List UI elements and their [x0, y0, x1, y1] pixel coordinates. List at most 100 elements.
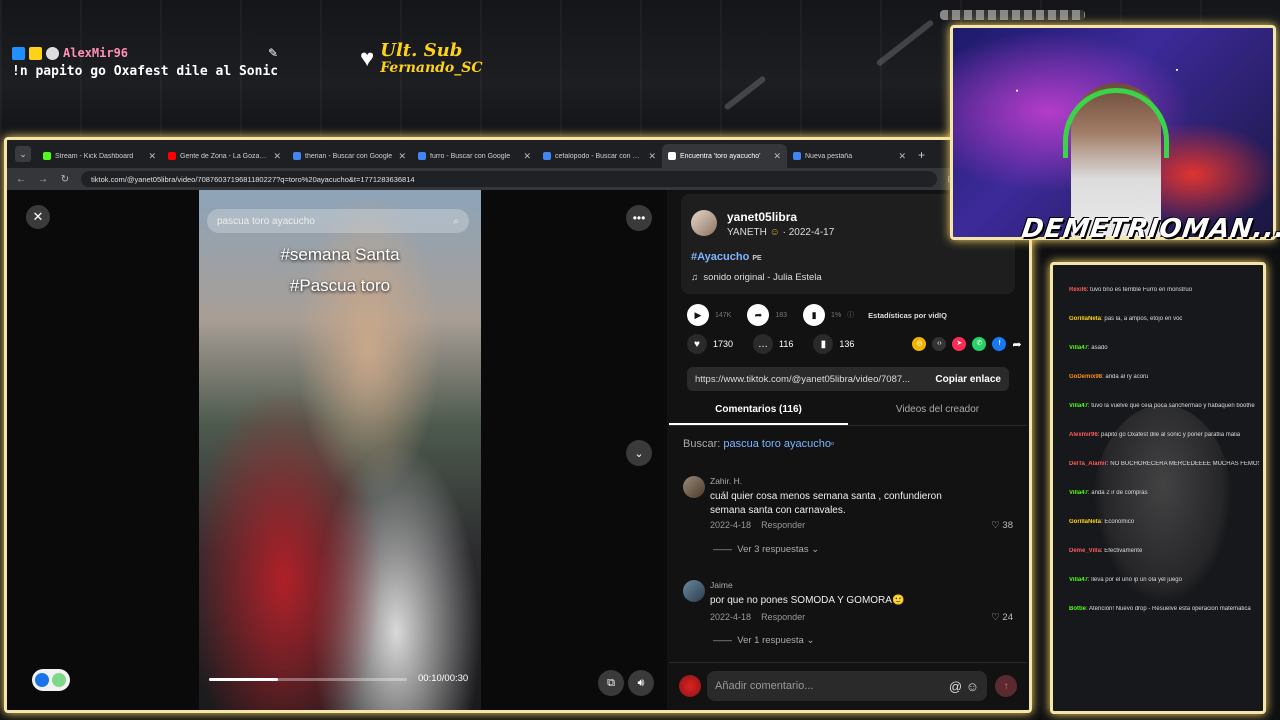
search-suggestion[interactable]: Buscar: pascua toro ayacuchoᵒ [683, 438, 834, 450]
tab-close-icon[interactable]: ✕ [273, 151, 281, 162]
browser-tab[interactable]: therian - Buscar con Google ✕ [287, 144, 412, 168]
chat-username: Alexmir96 [1069, 432, 1098, 438]
tab-close-icon[interactable]: ✕ [148, 151, 156, 162]
info-icon[interactable]: ⓘ [847, 310, 854, 320]
chat-username: Villa47 [1069, 403, 1088, 409]
smiley-icon [46, 46, 59, 60]
toggle-knob [35, 673, 49, 687]
video-search-box[interactable]: pascua toro ayacucho ⌕ [207, 209, 469, 233]
comment-username[interactable]: Jaime [710, 580, 733, 590]
tab-close-icon[interactable]: ✕ [773, 151, 781, 162]
coin-icon[interactable]: ◎ [912, 337, 927, 351]
reply-button[interactable]: Responder [761, 612, 805, 622]
view-replies-button[interactable]: —— Ver 3 respuestas ⌄ [713, 544, 819, 555]
chat-username: GoDemix98 [1069, 374, 1103, 380]
pip-button[interactable]: ⧉ [598, 670, 624, 696]
alert-username: AlexMir96 [63, 46, 129, 60]
tab-favicon-icon [793, 152, 801, 160]
chat-message: Villa47: lleva por el uno ip un ola yel … [1069, 577, 1182, 583]
last-sub-name: Fernando_SC [380, 60, 483, 76]
browser-tab[interactable]: Nueva pestaña ✕ [787, 144, 912, 168]
tab-close-icon[interactable]: ✕ [398, 151, 406, 162]
pin-icon: ✎ [268, 46, 279, 60]
comment-input[interactable]: Añadir comentario... @ ☺ [707, 671, 987, 701]
tab-label: Gente de Zona - La Gozadera [180, 152, 270, 160]
tab-favicon-icon [293, 152, 301, 160]
share-more-icon[interactable]: ➦ [1012, 338, 1021, 351]
sound-link[interactable]: ♫ sonido original - Julia Estela [691, 272, 822, 283]
avatar[interactable] [683, 476, 705, 498]
embed-icon[interactable]: ‹› [932, 337, 947, 351]
tab-creator-videos[interactable]: Videos del creador [848, 400, 1027, 425]
tab-favicon-icon [543, 152, 551, 160]
new-tab-icon[interactable]: + [918, 148, 925, 162]
comment-icon[interactable]: … [753, 334, 774, 354]
chat-message: Alexmir96: papito go Oxafest dile al son… [1069, 432, 1241, 438]
chat-text: Atención! Nuevo drop - Resuelve esta ope… [1089, 606, 1251, 612]
tab-close-icon[interactable]: ✕ [648, 151, 656, 162]
chat-text: anda 2 ir de compras [1091, 490, 1148, 496]
tab-label: furro - Buscar con Google [430, 152, 511, 160]
autoscroll-toggle[interactable] [32, 669, 70, 691]
volume-button[interactable]: 🔊︎ [628, 670, 654, 696]
tiktok-page: ✕ ••• ⌄ pascua toro ayacucho ⌕ #semana S… [7, 190, 1029, 710]
close-button[interactable]: ✕ [26, 205, 50, 229]
search-icon[interactable]: ⌕ [453, 216, 459, 227]
toggle-indicator [52, 673, 66, 687]
avatar[interactable] [691, 210, 717, 236]
bookmark-icon[interactable]: ▮ [813, 334, 834, 354]
facebook-icon[interactable]: f [992, 337, 1007, 351]
url-input[interactable]: tiktok.com/@yanet05libra/video/708760371… [81, 171, 938, 187]
video-caption-1: #semana Santa [280, 245, 400, 264]
video-area: ✕ ••• ⌄ pascua toro ayacucho ⌕ #semana S… [7, 190, 667, 710]
comment-text: por que no pones SOMODA Y GOMORA🙂 [710, 595, 905, 606]
tab-favicon-icon [168, 152, 176, 160]
comment-like[interactable]: ♡ 24 [991, 612, 1013, 623]
tab-comments[interactable]: Comentarios (116) [669, 400, 848, 425]
forward-icon[interactable]: → [37, 174, 49, 185]
mention-emoji-icons[interactable]: @ ☺ [949, 679, 979, 694]
next-video-button[interactable]: ⌄ [626, 440, 652, 466]
back-icon[interactable]: ← [15, 174, 27, 185]
webcam-feed [950, 25, 1276, 240]
send-comment-button[interactable]: ↑ [995, 675, 1017, 697]
avatar[interactable] [683, 580, 705, 602]
author-username[interactable]: yanet05libra [727, 210, 797, 224]
list-item: Jaime por que no pones SOMODA Y GOMORA🙂 … [683, 580, 1017, 650]
play-icon[interactable]: ▶ [687, 304, 709, 326]
hashtag-link[interactable]: #Ayacucho PE [691, 251, 762, 263]
video-progress-bar[interactable] [209, 678, 407, 681]
reload-icon[interactable]: ↻ [59, 174, 71, 185]
chat-username: GorillaNeta [1069, 316, 1102, 322]
tab-close-icon[interactable]: ✕ [523, 151, 531, 162]
copy-link-button[interactable]: Copiar enlace [935, 374, 1001, 385]
whatsapp-icon[interactable]: ✆ [972, 337, 987, 351]
browser-tab[interactable]: Gente de Zona - La Gozadera ✕ [162, 144, 287, 168]
chat-username: Bottie [1069, 606, 1086, 612]
saves-count: 136 [839, 339, 855, 349]
browser-tab[interactable]: Encuentra 'toro ayacucho' ✕ [662, 144, 787, 168]
video-player[interactable]: pascua toro ayacucho ⌕ #semana Santa #Pa… [199, 190, 481, 710]
tab-label: Encuentra 'toro ayacucho' [680, 152, 761, 160]
stats-bars-icon[interactable]: ▮ [803, 304, 826, 326]
like-heart-icon[interactable]: ♥ [687, 334, 707, 354]
browser-tab[interactable]: cefalopodo - Buscar con Google✕ [537, 144, 662, 168]
more-options-button[interactable]: ••• [626, 205, 652, 231]
send-icon[interactable]: ➤ [952, 337, 967, 351]
details-panel: yanet05libra YANETH ☺ · 2022-4-17 #Ayacu… [669, 190, 1027, 710]
comment-date: 2022-4-18 [710, 520, 752, 530]
chat-message: GoDemix98: anda al ry acoru [1069, 374, 1149, 380]
comment-username[interactable]: Zahir. H. [710, 476, 742, 486]
chat-username: Rexil6 [1069, 287, 1087, 293]
view-replies-button[interactable]: —— Ver 1 respuesta ⌄ [713, 635, 814, 646]
browser-tab[interactable]: furro - Buscar con Google ✕ [412, 144, 537, 168]
tab-close-icon[interactable]: ✕ [898, 151, 906, 162]
view-replies-label: Ver 3 respuestas [737, 544, 809, 555]
tab-search-icon[interactable]: ⌄ [15, 146, 31, 162]
chat-text: tuvo bno es terrible Furro en monstruo [1090, 287, 1193, 293]
browser-tab[interactable]: Stream - Kick Dashboard ✕ [37, 144, 162, 168]
share-arrow-icon[interactable]: ➦ [747, 304, 770, 326]
comment-like[interactable]: ♡ 38 [991, 520, 1013, 531]
reply-button[interactable]: Responder [761, 520, 805, 530]
comments-tabs: Comentarios (116) Videos del creador [669, 400, 1027, 426]
